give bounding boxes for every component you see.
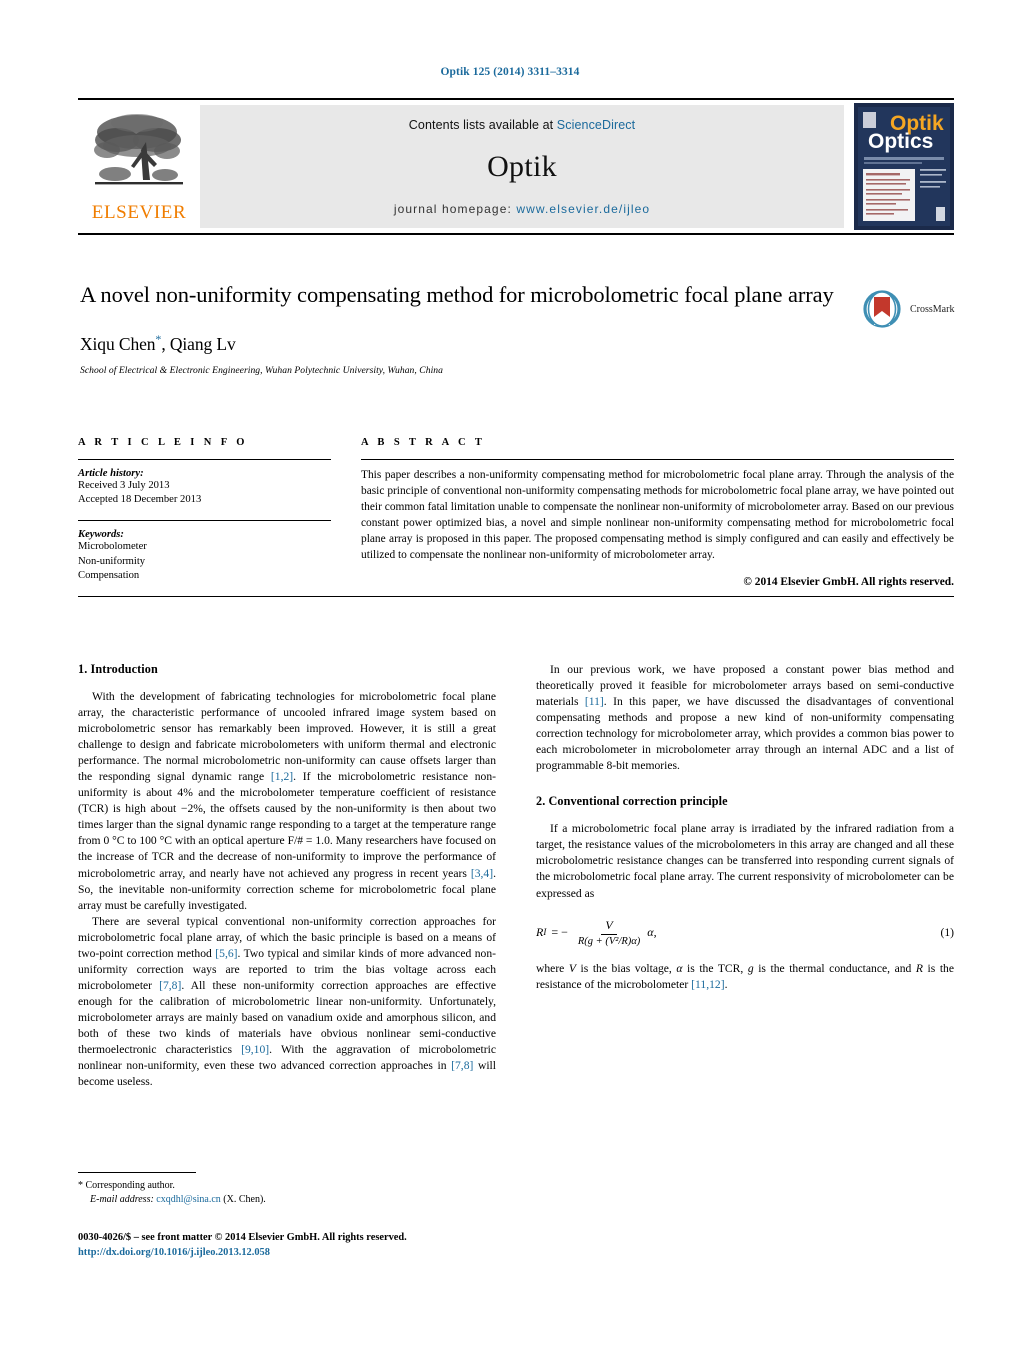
section-heading-conventional-correction: 2. Conventional correction principle (536, 794, 728, 809)
citation-ref[interactable]: [9,10] (241, 1043, 269, 1056)
journal-cover-thumbnail: Optik Optics (854, 103, 954, 230)
page-title: A novel non-uniformity compensating meth… (80, 282, 834, 307)
author-list: Xiqu Chen*, Qiang Lv (80, 332, 840, 355)
text-run: where (536, 961, 569, 975)
paragraph-previous-work: In our previous work, we have proposed a… (536, 662, 954, 774)
citation-ref[interactable]: [1,2] (271, 770, 293, 783)
equation-equals: = − (551, 924, 568, 939)
sciencedirect-link[interactable]: ScienceDirect (557, 118, 635, 132)
journal-homepage-line: journal homepage: www.elsevier.de/ijleo (394, 202, 650, 216)
keyword-item: Compensation (78, 569, 140, 581)
symbol-V: V (568, 961, 576, 975)
column-gap (331, 437, 361, 588)
email-label: E-mail address: (90, 1193, 154, 1205)
paragraph-equation-where: where V is the bias voltage, α is the TC… (536, 961, 954, 993)
abstract-copyright: © 2014 Elsevier GmbH. All rights reserve… (743, 575, 954, 588)
abstract-column: A B S T R A C T This paper describes a n… (361, 437, 954, 588)
homepage-label: journal homepage: (393, 202, 517, 216)
homepage-url-link[interactable]: www.elsevier.de/ijleo (516, 202, 650, 216)
citation-ref[interactable]: [5,6] (215, 947, 237, 960)
received-date: Received 3 July 2013 (78, 480, 170, 491)
paragraph-intro-1: With the development of fabricating tech… (78, 689, 496, 914)
symbol-R: R (915, 961, 923, 975)
journal-cover-image: Optik Optics (854, 103, 954, 230)
issn-copyright-line: 0030-4026/$ – see front matter © 2014 El… (78, 1232, 407, 1243)
svg-text:Optics: Optics (868, 130, 933, 153)
footnote-block: * Corresponding author. E-mail address: … (78, 1172, 496, 1207)
text-run: . If the microbolometric resistance non-… (78, 770, 496, 880)
frontmatter-block: 0030-4026/$ – see front matter © 2014 El… (78, 1230, 638, 1260)
info-abstract-block: A R T I C L E I N F O Article history: R… (78, 437, 954, 597)
equation-denominator: R(g + (V²/R)α) (577, 935, 641, 947)
equation-1: RI = − V R(g + (V²/R)α) α, (1) (536, 918, 954, 947)
citation-ref[interactable]: [7,8] (451, 1059, 473, 1072)
section-heading-introduction: 1. Introduction (78, 662, 158, 676)
equation-fraction: V R(g + (V²/R)α) (574, 918, 644, 947)
text-run: is the bias voltage, (575, 961, 677, 975)
email-owner: (X. Chen). (223, 1193, 266, 1205)
contents-lists-line: Contents lists available at ScienceDirec… (409, 118, 635, 132)
article-info-column: A R T I C L E I N F O Article history: R… (78, 437, 331, 588)
contents-lists-prefix: Contents lists available at (408, 118, 557, 132)
body-column-right: In our previous work, we have proposed a… (536, 662, 954, 1090)
equation-number: (1) (940, 925, 954, 939)
text-run: is the thermal conductance, and (753, 961, 916, 975)
email-line: E-mail address: cxqdhl@sina.cn (X. Chen)… (78, 1193, 496, 1207)
keywords-label: Keywords: (78, 529, 124, 541)
crossmark-badge[interactable]: CrossMark (862, 285, 958, 333)
keyword-item: Non-uniformity (78, 555, 146, 567)
paper-page: Optik 125 (2014) 3311–3314 ELSEVIER Cont… (0, 0, 1020, 1351)
abstract-heading: A B S T R A C T (361, 437, 486, 448)
equation-trailing: α, (647, 924, 657, 939)
citation-ref[interactable]: [7,8] (159, 979, 181, 992)
footnote-divider (78, 1172, 196, 1173)
masthead-center-panel: Contents lists available at ScienceDirec… (200, 105, 844, 228)
body-columns: 1. Introduction With the development of … (78, 662, 954, 1090)
citation-ref[interactable]: [11,12] (691, 978, 724, 991)
doi-link[interactable]: http://dx.doi.org/10.1016/j.ijleo.2013.1… (78, 1245, 638, 1260)
keyword-item: Microbolometer (78, 541, 147, 553)
journal-title: Optik (487, 150, 557, 183)
elsevier-tree-icon (94, 114, 183, 185)
crossmark-icon (863, 290, 901, 328)
citation-ref[interactable]: [3,4] (471, 867, 493, 880)
equation-numerator: V (601, 918, 617, 935)
journal-masthead: ELSEVIER Contents lists available at Sci… (78, 98, 954, 235)
article-history-label: Article history: (78, 468, 144, 479)
text-run: is the TCR, (682, 961, 748, 975)
abstract-divider (361, 459, 954, 460)
running-head: Optik 125 (2014) 3311–3314 (440, 66, 580, 78)
equation-expression: RI = − V R(g + (V²/R)α) α, (536, 918, 940, 947)
paragraph-conventional-1: If a microbolometric focal plane array i… (536, 822, 954, 900)
info-divider-top (78, 459, 331, 460)
author-name-secondary: , Qiang Lv (161, 333, 236, 354)
citation-ref[interactable]: [11] (585, 695, 604, 708)
body-column-left: 1. Introduction With the development of … (78, 662, 496, 1090)
paragraph-intro-2: There are several typical conventional n… (78, 914, 496, 1091)
article-info-heading: A R T I C L E I N F O (78, 437, 248, 448)
email-link[interactable]: cxqdhl@sina.cn (156, 1194, 220, 1205)
crossmark-label: CrossMark (910, 303, 955, 315)
text-run: . (724, 977, 728, 991)
body-column-gap (496, 662, 536, 1090)
equation-lhs-subscript: I (543, 927, 547, 938)
elsevier-wordmark: ELSEVIER (91, 202, 187, 223)
corresponding-author-note: * Corresponding author. (78, 1180, 175, 1191)
elsevier-logo: ELSEVIER (78, 100, 200, 233)
accepted-date: Accepted 18 December 2013 (78, 494, 202, 506)
abstract-text: This paper describes a non-uniformity co… (361, 469, 954, 561)
affiliation: School of Electrical & Electronic Engine… (80, 365, 443, 377)
title-block: A novel non-uniformity compensating meth… (80, 281, 840, 376)
info-divider-mid (78, 520, 331, 522)
author-name-primary: Xiqu Chen (80, 333, 156, 354)
